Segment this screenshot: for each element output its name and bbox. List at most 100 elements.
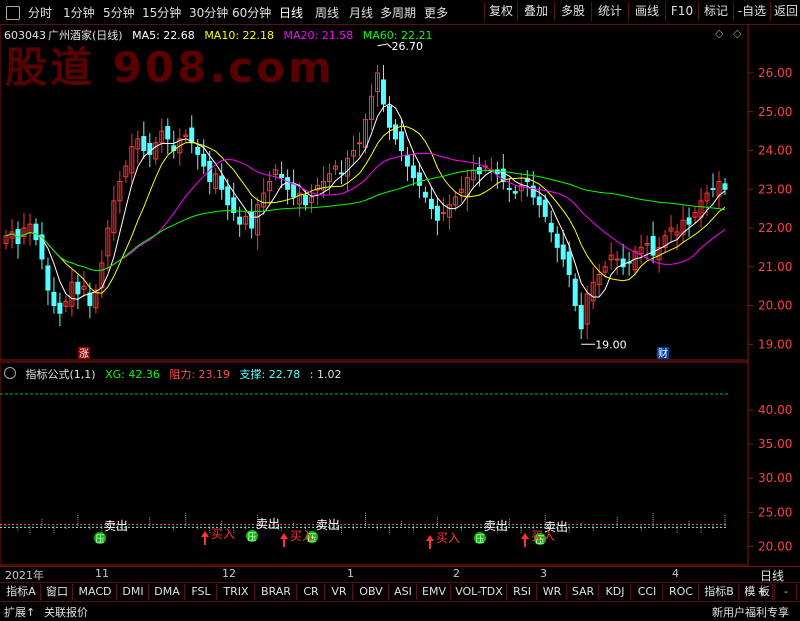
candle-body bbox=[201, 153, 207, 167]
tab-15[interactable]: WR bbox=[538, 584, 567, 600]
cai-label: 财 bbox=[658, 347, 668, 360]
timeframe-1[interactable]: 1分钟 bbox=[63, 4, 95, 21]
stock-name: 广州酒家(日线) bbox=[48, 29, 123, 42]
main-legend: 603043 广州酒家(日线) MA5: 22.68 MA10: 22.18 MA… bbox=[4, 27, 438, 43]
candle-body bbox=[141, 136, 147, 152]
tab-7[interactable]: BRAR bbox=[256, 584, 297, 600]
toolbar-button-1[interactable]: 叠加 bbox=[517, 2, 554, 21]
date-label-4: 2 bbox=[453, 567, 460, 580]
buy-signal-3: 买入 bbox=[531, 529, 555, 543]
timeframe-10[interactable]: 更多 bbox=[424, 4, 448, 21]
ind-axis-label-1: 35.00 bbox=[758, 437, 792, 451]
date-label-1: 11 bbox=[95, 567, 109, 580]
buy-arrow-icon bbox=[280, 533, 288, 539]
date-label-3: 1 bbox=[347, 567, 354, 580]
tab-2[interactable]: MACD bbox=[74, 584, 117, 600]
candle-body bbox=[392, 124, 398, 140]
tab-9[interactable]: VR bbox=[326, 584, 353, 600]
date-axis: 2021年 11 12 1 2 3 4 日线 bbox=[0, 566, 800, 583]
sell-signal-2: 卖出 bbox=[316, 518, 340, 532]
tab-20[interactable]: 指标B bbox=[700, 584, 739, 600]
tab-10[interactable]: OBV bbox=[354, 584, 389, 600]
ma60-value: MA60: 22.21 bbox=[362, 29, 433, 42]
tab-12[interactable]: EMV bbox=[418, 584, 451, 600]
tab-add-button[interactable]: + bbox=[752, 584, 773, 600]
tab-0[interactable]: 指标A bbox=[2, 584, 41, 600]
toolbar-button-8[interactable]: 返回 bbox=[770, 2, 800, 21]
ind-axis-label-0: 40.00 bbox=[758, 403, 792, 417]
candle-body bbox=[386, 105, 392, 128]
indicator-tabs: 指标A 窗口 MACD DMI DMA FSL TRIX BRAR CR VR OBV ASI EMV V… bbox=[0, 582, 800, 601]
timeframe-9[interactable]: 多周期 bbox=[380, 4, 416, 21]
timeframe-5[interactable]: 60分钟 bbox=[232, 4, 271, 21]
tab-remove-button[interactable]: - bbox=[776, 584, 797, 600]
tab-5[interactable]: FSL bbox=[186, 584, 217, 600]
date-label-5: 3 bbox=[540, 567, 547, 580]
toolbar-button-0[interactable]: 复权 bbox=[484, 2, 517, 21]
candle-body bbox=[45, 265, 51, 291]
tab-13[interactable]: VOL-TDX bbox=[452, 584, 507, 600]
indicator-panel-frame bbox=[0, 361, 749, 566]
toolbar-button-4[interactable]: 画线 bbox=[628, 2, 665, 21]
tab-14[interactable]: RSI bbox=[508, 584, 537, 600]
timeframe-7[interactable]: 周线 bbox=[315, 4, 339, 21]
tab-11[interactable]: ASI bbox=[390, 584, 417, 600]
toolbar-button-5[interactable]: F10 bbox=[665, 2, 698, 21]
buy-arrow-icon bbox=[201, 531, 209, 537]
zhicheng-value: 支撑: 22.78 bbox=[239, 368, 301, 381]
ma20-value: MA20: 21.58 bbox=[283, 29, 354, 42]
candle-body bbox=[357, 142, 363, 145]
menu-icon[interactable] bbox=[6, 6, 20, 20]
toolbar-button-3[interactable]: 统计 bbox=[591, 2, 628, 21]
diamond-icon: ◇ bbox=[733, 27, 742, 40]
toolbar-button-2[interactable]: 多股 bbox=[554, 2, 591, 21]
date-label-2: 12 bbox=[222, 567, 236, 580]
timeframe-8[interactable]: 月线 bbox=[349, 4, 373, 21]
price-label-5: 21.00 bbox=[758, 260, 792, 274]
candle-body bbox=[195, 146, 201, 155]
zuli-value: 阻力: 23.19 bbox=[169, 368, 231, 381]
promo-link[interactable]: 新用户福利专享 bbox=[712, 604, 789, 620]
candle-body bbox=[578, 305, 584, 330]
tab-19[interactable]: ROC bbox=[664, 584, 699, 600]
high-pointer bbox=[377, 43, 392, 49]
toolbar-button-7[interactable]: -自选 bbox=[733, 2, 770, 21]
candle-body bbox=[548, 222, 554, 233]
candle-body bbox=[572, 278, 578, 306]
tab-1[interactable]: 窗口 bbox=[42, 584, 73, 600]
tab-17[interactable]: KDJ bbox=[600, 584, 631, 600]
toolbar-button-6[interactable]: 标记 bbox=[698, 2, 733, 21]
timeframe-4[interactable]: 30分钟 bbox=[189, 4, 228, 21]
tab-18[interactable]: CCI bbox=[632, 584, 663, 600]
tab-6[interactable]: TRIX bbox=[218, 584, 255, 600]
xg-value: XG: 42.36 bbox=[105, 368, 160, 381]
candle-body bbox=[410, 165, 416, 179]
indicator-menu-icon[interactable] bbox=[4, 367, 16, 379]
candle-body bbox=[231, 197, 237, 213]
candle-body bbox=[686, 217, 692, 225]
price-label-0: 26.00 bbox=[758, 66, 792, 80]
candle-body bbox=[225, 186, 231, 206]
press-label-0: 压 bbox=[95, 534, 104, 545]
timeframe-3[interactable]: 15分钟 bbox=[142, 4, 181, 21]
stock-code: 603043 bbox=[4, 29, 46, 42]
timeframe-0[interactable]: 分时 bbox=[28, 4, 52, 21]
candle-body bbox=[75, 281, 81, 295]
candle-body bbox=[434, 205, 440, 221]
candle-body bbox=[380, 79, 386, 105]
related-quote-button[interactable]: 关联报价 bbox=[44, 604, 88, 620]
tab-8[interactable]: CR bbox=[298, 584, 325, 600]
buy-signal-1: 买入 bbox=[290, 529, 314, 543]
press-label-3: 压 bbox=[475, 534, 484, 545]
candle-body bbox=[554, 233, 560, 248]
tab-16[interactable]: SAR bbox=[568, 584, 599, 600]
buy-arrow-icon bbox=[426, 535, 434, 541]
timeframe-2[interactable]: 5分钟 bbox=[103, 4, 135, 21]
timeframe-6[interactable]: 日线 bbox=[279, 4, 303, 21]
tab-3[interactable]: DMI bbox=[118, 584, 149, 600]
expand-button[interactable]: 扩展↑ bbox=[4, 604, 35, 620]
sell-signal-1: 卖出 bbox=[256, 517, 280, 531]
press-label-1: 压 bbox=[247, 532, 256, 543]
indicator-title[interactable]: 指标公式(1,1) bbox=[26, 368, 96, 381]
tab-4[interactable]: DMA bbox=[150, 584, 185, 600]
